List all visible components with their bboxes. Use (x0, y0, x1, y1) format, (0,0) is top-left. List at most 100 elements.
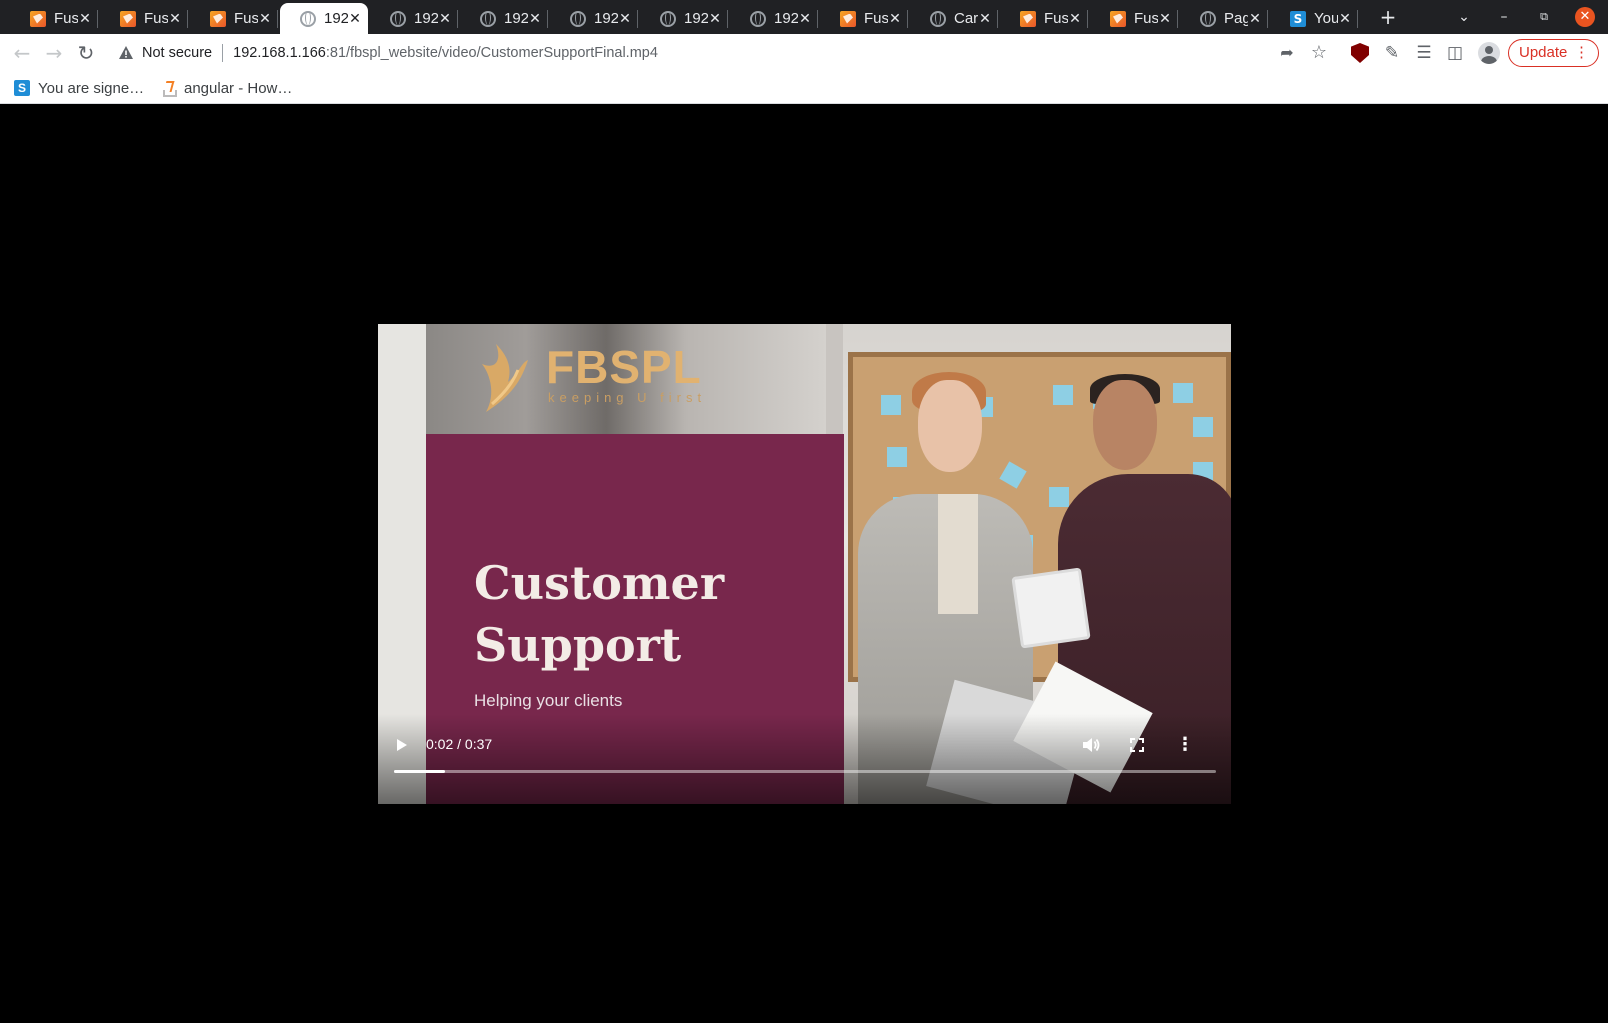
globe-icon (300, 10, 316, 27)
tab-close-icon[interactable]: ✕ (1338, 12, 1352, 26)
browser-tab[interactable]: Fusi✕ (10, 3, 98, 34)
profile-avatar-icon[interactable] (1478, 42, 1500, 64)
tab-close-icon[interactable]: ✕ (708, 12, 722, 26)
tab-close-icon[interactable]: ✕ (438, 12, 452, 26)
globe-icon (1200, 10, 1216, 27)
globe-icon (480, 10, 496, 27)
fusion-icon (120, 10, 136, 27)
address-bar[interactable]: Not secure 192.168.1.166:81/fbspl_websit… (110, 37, 1338, 69)
browser-tab[interactable]: 192.✕ (460, 3, 548, 34)
reload-button[interactable]: ↻ (74, 41, 98, 65)
browser-tab[interactable]: Fusi✕ (100, 3, 188, 34)
browser-tab[interactable]: 192.✕ (550, 3, 638, 34)
tab-title: You (1314, 10, 1338, 27)
tab-close-icon[interactable]: ✕ (78, 12, 92, 26)
tab-title: 192. (324, 10, 348, 27)
video-player[interactable]: FBSPL keeping U first Customer Support H… (378, 324, 1231, 804)
play-button[interactable] (388, 732, 414, 758)
tab-title: 192. (684, 10, 708, 27)
browser-tab[interactable]: 192.✕ (730, 3, 818, 34)
extensions-puzzle-icon[interactable]: ✎ (1380, 41, 1404, 65)
fusion-icon (1110, 10, 1126, 27)
tab-close-icon[interactable]: ✕ (798, 12, 812, 26)
tab-separator (907, 10, 908, 28)
browser-tab[interactable]: Fusi✕ (1000, 3, 1088, 34)
minimize-button[interactable]: – (1492, 5, 1516, 29)
fusion-icon (210, 10, 226, 27)
tab-search-icon[interactable]: ⌄ (1452, 5, 1476, 29)
tab-separator (457, 10, 458, 28)
forward-button[interactable]: → (42, 41, 66, 65)
tab-separator (727, 10, 728, 28)
back-button[interactable]: ← (10, 41, 34, 65)
tab-separator (997, 10, 998, 28)
globe-icon (930, 10, 946, 27)
tab-close-icon[interactable]: ✕ (618, 12, 632, 26)
browser-tab[interactable]: 192.✕ (370, 3, 458, 34)
stackoverflow-icon (160, 80, 177, 97)
tab-close-icon[interactable]: ✕ (1068, 12, 1082, 26)
volume-icon (1083, 738, 1100, 752)
security-label[interactable]: Not secure (142, 45, 212, 61)
controls-overlay (378, 714, 1231, 804)
browser-tab[interactable]: S You ✕ (1270, 3, 1358, 34)
logo-text: FBSPL (546, 341, 702, 393)
tab-close-icon[interactable]: ✕ (1158, 12, 1172, 26)
tab-title: 192. (774, 10, 798, 27)
bookmark-angular[interactable]: angular - How… (160, 78, 292, 98)
video-subtitle: Helping your clients (474, 691, 623, 710)
tab-close-icon[interactable]: ✕ (168, 12, 182, 26)
new-tab-button[interactable]: + (1376, 5, 1400, 29)
fullscreen-icon (1130, 738, 1144, 752)
tab-close-icon[interactable]: ✕ (1248, 12, 1262, 26)
browser-tab[interactable]: Fusi✕ (1090, 3, 1178, 34)
globe-icon (390, 10, 406, 27)
tab-close-icon[interactable]: ✕ (348, 12, 362, 26)
globe-icon (750, 10, 766, 27)
tab-strip: Fusi✕Fusi✕Fusi✕192.✕192.✕192.✕192.✕192.✕… (0, 0, 1608, 34)
tab-title: 192. (594, 10, 618, 27)
bookmark-label: You are signe… (38, 79, 145, 97)
s-icon: S (14, 80, 30, 96)
tab-separator (1267, 10, 1268, 28)
browser-tab[interactable]: Car ✕ (910, 3, 998, 34)
more-vert-icon: ⋮ (1574, 44, 1589, 61)
tab-close-icon[interactable]: ✕ (528, 12, 542, 26)
update-button[interactable]: Update ⋮ (1508, 39, 1599, 67)
side-panel-icon[interactable]: ◫ (1443, 41, 1467, 65)
browser-tab[interactable]: Pag ✕ (1180, 3, 1268, 34)
more-options-button[interactable]: ⋮ (1172, 732, 1198, 758)
seek-bar[interactable] (394, 770, 1216, 773)
fullscreen-button[interactable] (1124, 732, 1150, 758)
time-display: 0:02 / 0:37 (426, 736, 493, 752)
browser-tab[interactable]: Fusi✕ (820, 3, 908, 34)
tablet-image (1011, 567, 1091, 649)
globe-icon (570, 10, 586, 27)
warning-icon[interactable] (118, 45, 134, 61)
tab-close-icon[interactable]: ✕ (888, 12, 902, 26)
play-icon (397, 739, 407, 751)
browser-tab[interactable]: 192.✕ (640, 3, 728, 34)
browser-tab[interactable]: 192.✕ (280, 3, 368, 34)
tab-close-icon[interactable]: ✕ (978, 12, 992, 26)
share-icon[interactable]: ➦ (1275, 41, 1299, 65)
restore-button[interactable]: ⧉ (1532, 5, 1556, 29)
seek-bar-fill (394, 770, 445, 773)
browser-tab[interactable]: Fusi✕ (190, 3, 278, 34)
media-control-icon[interactable]: ☰ (1412, 41, 1436, 65)
url-path[interactable]: :81/fbspl_website/video/CustomerSupportF… (326, 45, 658, 61)
window-close-button[interactable]: ✕ (1575, 7, 1595, 27)
tab-separator (1087, 10, 1088, 28)
tab-separator (277, 10, 278, 28)
url-host[interactable]: 192.168.1.166 (233, 45, 326, 61)
mute-button[interactable] (1077, 732, 1103, 758)
bookmark-star-icon[interactable]: ☆ (1307, 41, 1331, 65)
update-label: Update (1519, 44, 1568, 61)
tab-close-icon[interactable]: ✕ (258, 12, 272, 26)
bookmarks-bar: S You are signe… angular - How… (0, 72, 1608, 104)
globe-icon (660, 10, 676, 27)
tab-separator (1357, 10, 1358, 28)
bookmark-label: angular - How… (184, 79, 293, 97)
bookmark-you-are-signed[interactable]: S You are signe… (14, 78, 144, 98)
video-title: Customer Support (474, 556, 725, 672)
